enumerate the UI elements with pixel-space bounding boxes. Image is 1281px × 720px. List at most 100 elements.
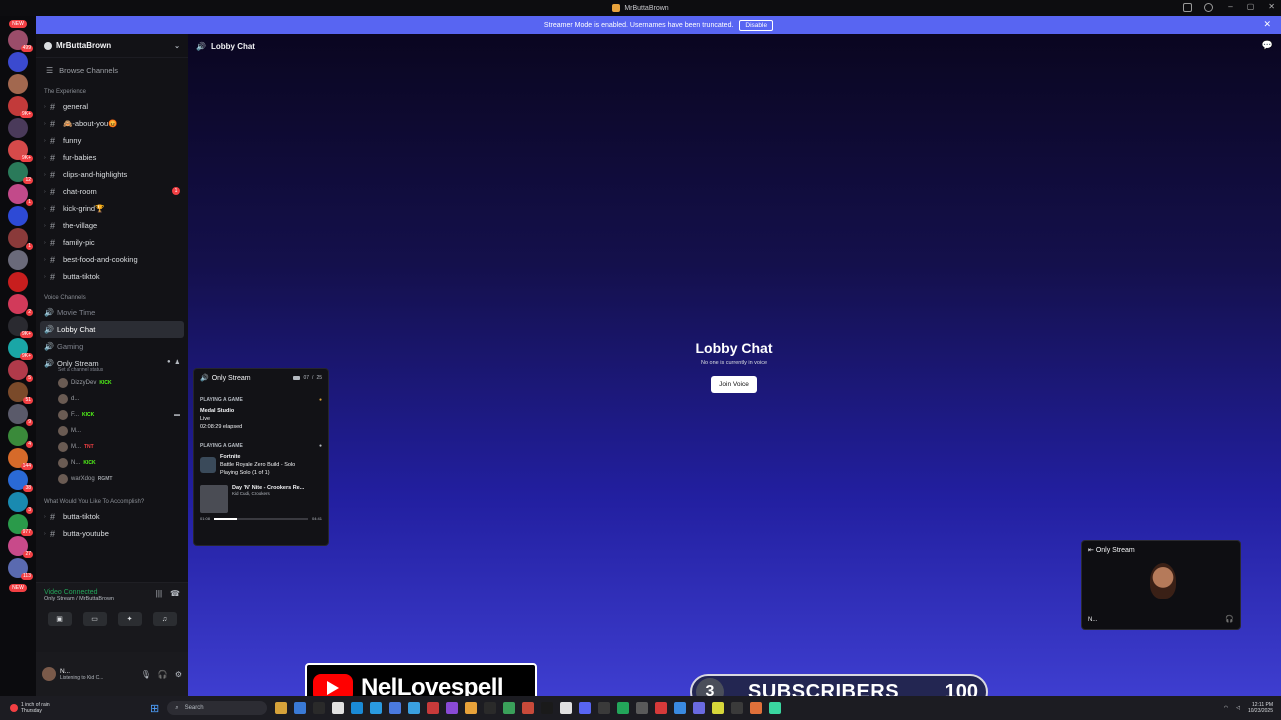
camera-button[interactable]: ▣ — [47, 612, 72, 626]
headphones-icon[interactable]: 🎧 — [158, 670, 168, 679]
browse-channels[interactable]: ☰ Browse Channels — [36, 58, 188, 83]
wifi-icon[interactable]: ◠ — [1224, 705, 1228, 711]
chat-icon[interactable]: ● — [167, 359, 171, 366]
taskbar-app-icon[interactable] — [427, 702, 440, 714]
channel-item[interactable]: › # 🙈-about-you😡 — [36, 115, 188, 132]
channel-item[interactable]: › # butta-tiktok — [36, 508, 188, 525]
voice-channel-item[interactable]: 🔊 Only Stream ● ♟ — [36, 355, 188, 372]
taskbar-app-icon[interactable] — [294, 702, 307, 714]
disable-button[interactable]: Disable — [739, 19, 774, 31]
maximize-icon[interactable]: ▢ — [1247, 2, 1255, 11]
voice-user[interactable]: M... TNT — [36, 439, 188, 455]
server-icon[interactable]: 4 — [8, 426, 33, 448]
taskbar-app-icon[interactable] — [712, 702, 725, 714]
taskbar-app-icon[interactable] — [598, 702, 611, 714]
server-icon[interactable]: 9K+ — [8, 140, 33, 162]
chat-icon[interactable]: 💬 — [1262, 40, 1273, 51]
channel-item[interactable]: › # funny — [36, 132, 188, 149]
server-icon[interactable]: 9K+ — [8, 338, 33, 360]
server-icon[interactable]: 9K+ — [8, 96, 33, 118]
voice-channel-item[interactable]: 🔊 Movie Time — [36, 304, 188, 321]
taskbar-app-icon[interactable] — [503, 702, 516, 714]
microphone-icon[interactable]: 🎙 — [141, 670, 151, 679]
weather-widget[interactable]: 1 inch of rain Thursday — [0, 702, 150, 714]
soundboard-button[interactable]: ♫ — [152, 612, 177, 626]
help-icon[interactable] — [1204, 3, 1213, 12]
channel-item[interactable]: › # fur-babies — [36, 149, 188, 166]
stream-preview-tile[interactable]: ⇤ Only Stream N... 🎧 — [1081, 540, 1241, 630]
volume-icon[interactable]: ◁ — [1236, 705, 1240, 711]
server-icon[interactable] — [8, 118, 28, 138]
server-icon[interactable]: 38 — [8, 470, 33, 492]
invite-icon[interactable]: ♟ — [175, 359, 180, 366]
voice-user[interactable]: d... — [36, 391, 188, 407]
activity-medal[interactable]: Medal Studio Live 02:08:29 elapsed — [194, 405, 328, 433]
server-icon[interactable]: 51 — [8, 382, 33, 404]
chevron-down-icon[interactable]: ⌄ — [174, 42, 180, 50]
channel-item[interactable]: › # butta-youtube — [36, 525, 188, 542]
server-icon[interactable] — [8, 272, 28, 292]
screen-share-button[interactable]: ▭ — [82, 612, 107, 626]
channel-item[interactable]: › # general — [36, 98, 188, 115]
server-icon[interactable] — [8, 74, 28, 94]
taskbar-app-icon[interactable] — [313, 702, 326, 714]
gear-icon[interactable]: ⚙ — [175, 670, 182, 679]
clock[interactable]: 12:11 PM 10/23/2025 — [1248, 702, 1273, 714]
taskbar-app-icon[interactable] — [484, 702, 497, 714]
taskbar-search[interactable]: ⌕ Search — [167, 701, 268, 715]
taskbar-app-icon[interactable] — [731, 702, 744, 714]
server-icon[interactable] — [8, 250, 28, 270]
server-icon[interactable]: 27 — [8, 536, 33, 558]
disconnect-icon[interactable]: ☎ — [170, 589, 180, 602]
category-header[interactable]: The Experience — [36, 83, 188, 98]
taskbar-app-icon[interactable] — [389, 702, 402, 714]
server-icon[interactable]: 144 — [8, 448, 33, 470]
taskbar-app-icon[interactable] — [332, 702, 345, 714]
server-icon[interactable]: 5 — [8, 360, 33, 382]
voice-category-header[interactable]: Voice Channels — [36, 285, 188, 304]
channel-item[interactable]: › # best-food-and-cooking — [36, 251, 188, 268]
server-icon[interactable]: 2 — [8, 294, 33, 316]
taskbar-app-icon[interactable] — [655, 702, 668, 714]
taskbar-app-icon[interactable] — [769, 702, 782, 714]
server-icon[interactable]: 499 — [8, 30, 33, 52]
voice-user[interactable]: DizzyDev KICK — [36, 375, 188, 391]
taskbar-app-icon[interactable] — [579, 702, 592, 714]
inbox-icon[interactable] — [1183, 3, 1192, 12]
voice-user[interactable]: M... — [36, 423, 188, 439]
taskbar-app-icon[interactable] — [617, 702, 630, 714]
channel-item[interactable]: › # butta-tiktok — [36, 268, 188, 285]
activity-music[interactable]: Day 'N' Nite - Crookers Re... Kid Cudi, … — [194, 479, 328, 513]
taskbar-app-icon[interactable] — [351, 702, 364, 714]
taskbar-app-icon[interactable] — [636, 702, 649, 714]
taskbar-app-icon[interactable] — [560, 702, 573, 714]
taskbar-app-icon[interactable] — [408, 702, 421, 714]
server-header[interactable]: MrButtaBrown ⌄ — [36, 34, 188, 58]
join-voice-button[interactable]: Join Voice — [711, 376, 757, 393]
channel-item[interactable]: › # family-pic — [36, 234, 188, 251]
taskbar-app-icon[interactable] — [465, 702, 478, 714]
category-header-2[interactable]: What Would You Like To Accomplish? — [36, 487, 188, 508]
connection-status[interactable]: Video Connected — [44, 589, 114, 596]
voice-user[interactable]: F... KICK ▬ — [36, 407, 188, 423]
voice-channel-item[interactable]: 🔊 Lobby Chat — [40, 321, 184, 338]
channel-item[interactable]: › # the-village — [36, 217, 188, 234]
server-icon[interactable]: 1 — [8, 184, 33, 206]
channel-item[interactable]: › # chat-room 1 — [36, 183, 188, 200]
connection-channel[interactable]: Only Stream / MrButtaBrown — [44, 596, 114, 602]
close-icon[interactable]: ✕ — [1268, 2, 1275, 11]
channel-item[interactable]: › # clips-and-highlights — [36, 166, 188, 183]
taskbar-app-icon[interactable] — [541, 702, 554, 714]
taskbar-app-icon[interactable] — [275, 702, 288, 714]
activity-fortnite[interactable]: Fortnite Battle Royale Zero Build - Solo… — [194, 451, 328, 479]
taskbar-app-icon[interactable] — [750, 702, 763, 714]
windows-start-icon[interactable]: ⊞ — [150, 702, 159, 715]
server-icon[interactable] — [8, 206, 28, 226]
voice-user[interactable]: warXdog RGMT — [36, 471, 188, 487]
taskbar-app-icon[interactable] — [693, 702, 706, 714]
activities-button[interactable]: ✦ — [117, 612, 142, 626]
avatar[interactable] — [42, 667, 56, 681]
server-icon[interactable]: 9 — [8, 404, 33, 426]
server-icon[interactable]: 3 — [8, 492, 33, 514]
voice-user[interactable]: N... KICK — [36, 455, 188, 471]
